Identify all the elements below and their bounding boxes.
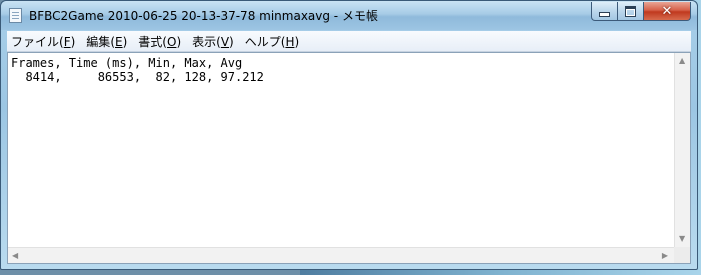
menu-bar: ファイル(F) 編集(E) 書式(O) 表示(V) ヘルプ(H) xyxy=(7,31,691,52)
menu-file-label: ファイル xyxy=(11,34,60,49)
horizontal-scrollbar[interactable]: ◀ ▶ xyxy=(8,247,674,263)
menu-view-key: V xyxy=(220,34,230,49)
maximize-icon xyxy=(625,5,636,17)
minimize-icon xyxy=(599,11,610,17)
vertical-scrollbar[interactable]: ▲ ▼ xyxy=(674,53,690,247)
close-icon: ✕ xyxy=(661,3,673,19)
close-button[interactable]: ✕ xyxy=(643,2,691,21)
scroll-up-icon[interactable]: ▲ xyxy=(679,57,685,65)
document-text[interactable]: Frames, Time (ms), Min, Max, Avg 8414, 8… xyxy=(11,56,264,84)
maximize-button[interactable] xyxy=(617,2,644,21)
menu-edit-key: E xyxy=(115,34,123,49)
title-bar[interactable]: BFBC2Game 2010-06-25 20-13-37-78 minmaxa… xyxy=(1,1,697,30)
menu-format-key: O xyxy=(166,34,177,49)
minimize-button[interactable] xyxy=(591,2,618,21)
menu-view-label: 表示 xyxy=(192,34,217,49)
menu-view[interactable]: 表示(V) xyxy=(188,33,238,50)
menu-help[interactable]: ヘルプ(H) xyxy=(241,33,303,50)
scrollbar-corner xyxy=(674,247,690,263)
document-line-header: Frames, Time (ms), Min, Max, Avg xyxy=(11,56,243,70)
menu-format[interactable]: 書式(O) xyxy=(134,33,185,50)
scroll-left-icon[interactable]: ◀ xyxy=(12,252,18,260)
window-title: BFBC2Game 2010-06-25 20-13-37-78 minmaxa… xyxy=(29,9,378,23)
menu-help-key: H xyxy=(285,34,295,49)
menu-edit-label: 編集 xyxy=(86,34,111,49)
notepad-window: BFBC2Game 2010-06-25 20-13-37-78 minmaxa… xyxy=(0,0,698,270)
menu-edit[interactable]: 編集(E) xyxy=(82,33,131,50)
scroll-down-icon[interactable]: ▼ xyxy=(679,235,685,243)
menu-format-label: 書式 xyxy=(138,34,163,49)
menu-file-key: F xyxy=(63,34,71,49)
document-line-values: 8414, 86553, 82, 128, 97.212 xyxy=(11,70,264,84)
notepad-app-icon[interactable] xyxy=(9,8,22,23)
scroll-right-icon[interactable]: ▶ xyxy=(662,252,668,260)
menu-file[interactable]: ファイル(F) xyxy=(7,33,79,50)
text-editor-area[interactable]: Frames, Time (ms), Min, Max, Avg 8414, 8… xyxy=(7,52,691,264)
menu-help-label: ヘルプ xyxy=(244,34,281,49)
